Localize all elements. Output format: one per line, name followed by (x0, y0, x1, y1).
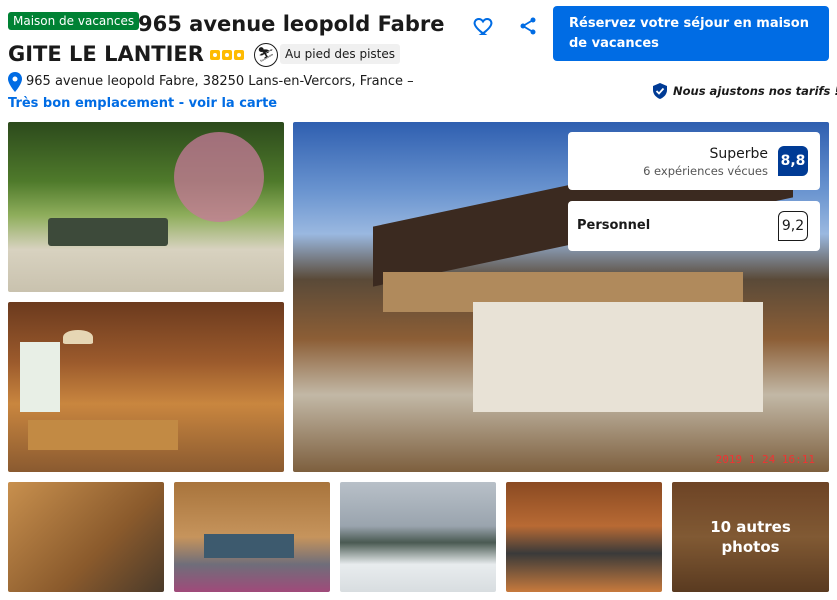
reserve-button[interactable]: Réservez votre séjour en maison de vacan… (553, 6, 829, 61)
more-photos-overlay[interactable]: 10 autres photos (672, 482, 829, 592)
review-count: 6 expériences vécues (643, 164, 768, 178)
photo-dining-room[interactable] (8, 302, 284, 472)
photo-detail (28, 420, 178, 450)
staff-score-badge: 9,2 (778, 211, 808, 241)
staff-score-card[interactable]: Personnel 9,2 (568, 201, 820, 251)
share-icon[interactable] (516, 14, 540, 38)
photo-detail (174, 132, 264, 222)
show-map-link[interactable]: Très bon emplacement - voir la carte (8, 96, 277, 111)
ski-access-tag: Au pied des pistes (280, 44, 401, 64)
photo-detail (20, 342, 60, 412)
property-address: 965 avenue leopold Fabre, 38250 Lans-en-… (26, 74, 414, 89)
price-match-notice[interactable]: Nous ajustons nos tarifs ! (652, 83, 837, 99)
star-icon (234, 50, 244, 60)
star-rating (210, 50, 244, 60)
photo-thumb-balcony[interactable] (8, 482, 164, 592)
photo-thumb-living-room[interactable] (174, 482, 330, 592)
skier-icon: ⛷ (254, 43, 278, 67)
review-score-badge: 8,8 (778, 146, 808, 176)
photo-thumb-snow-view[interactable] (340, 482, 496, 592)
star-icon (210, 50, 220, 60)
property-name-secondary: GITE LE LANTIER (8, 42, 204, 66)
review-score-label: Superbe (709, 146, 768, 162)
map-pin-icon (8, 72, 22, 92)
photo-detail (473, 302, 763, 412)
star-icon (222, 50, 232, 60)
photo-detail (204, 534, 294, 558)
more-photos-label: 10 autres photos (710, 518, 791, 556)
price-match-label: Nous ajustons nos tarifs ! (673, 84, 837, 98)
property-type-badge: Maison de vacances (8, 12, 140, 30)
photo-thumb-kitchen[interactable] (506, 482, 662, 592)
staff-score-label: Personnel (577, 218, 651, 233)
property-name: 965 avenue leopold Fabre (138, 12, 445, 36)
photo-thumb-more[interactable]: 10 autres photos (672, 482, 829, 592)
photo-detail (48, 218, 168, 246)
heart-icon[interactable] (472, 14, 496, 38)
photo-detail (63, 330, 93, 344)
photo-timestamp: 2019 1 24 16:11 (715, 453, 815, 466)
review-score-card[interactable]: Superbe 6 expériences vécues 8,8 (568, 132, 820, 190)
shield-check-icon (653, 83, 667, 99)
photo-garden[interactable] (8, 122, 284, 292)
